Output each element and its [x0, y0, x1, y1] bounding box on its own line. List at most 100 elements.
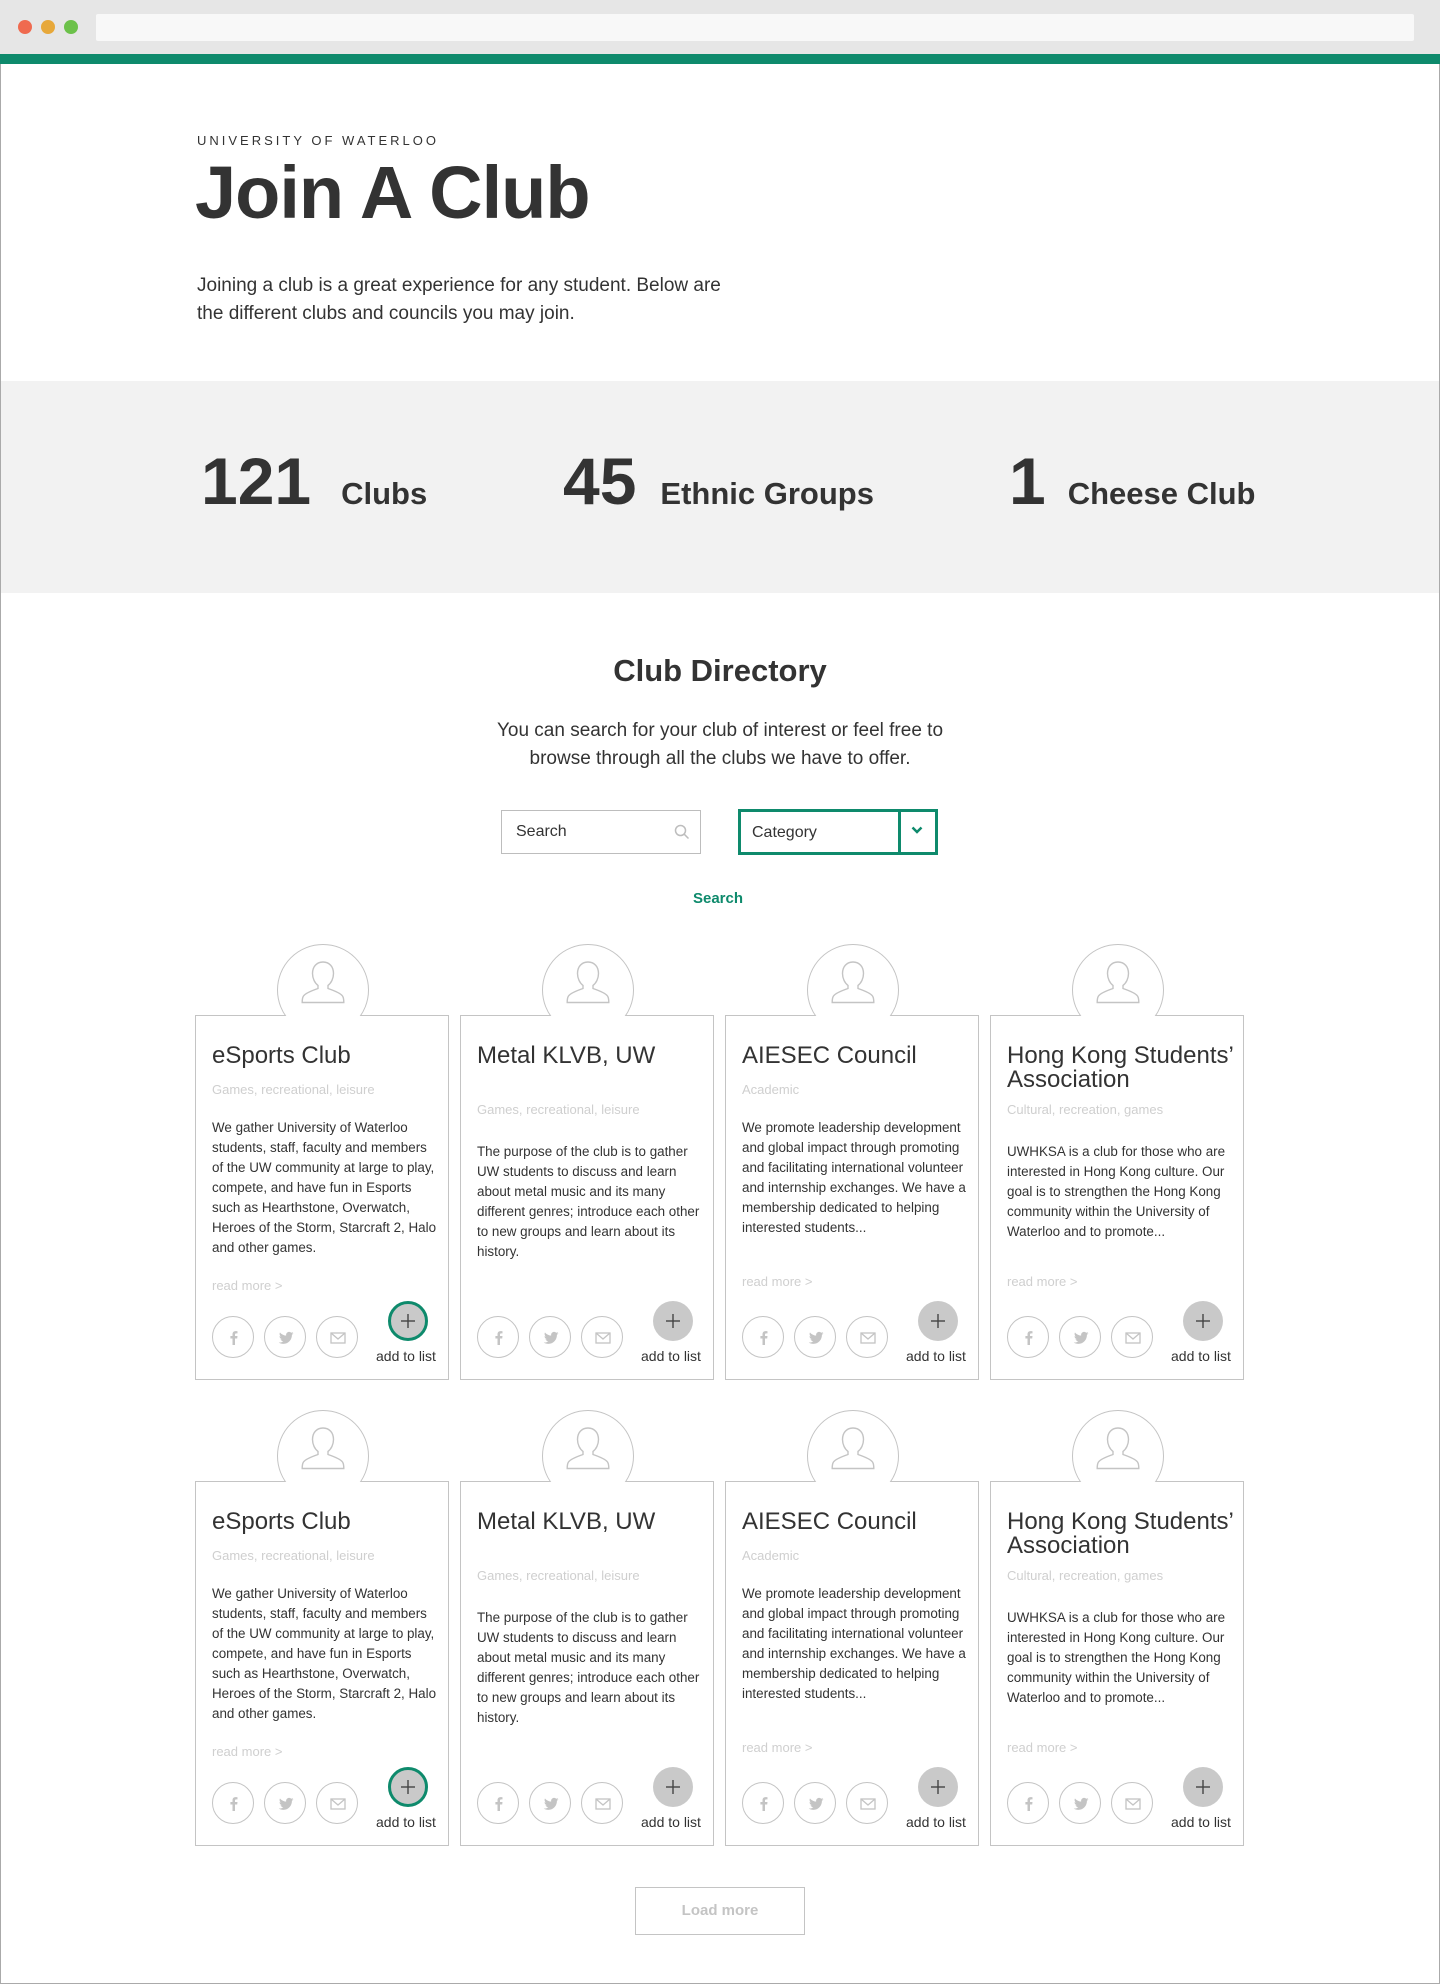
facebook-share-button[interactable] [477, 1782, 519, 1824]
stat-cheese-club: 1 Cheese Club [1009, 443, 1256, 519]
user-icon [566, 961, 610, 1004]
stats-band: 121 Clubs 45 Ethnic Groups 1 Cheese Club [1, 381, 1439, 593]
twitter-icon [543, 1797, 559, 1810]
hero-description: Joining a club is a great experience for… [197, 275, 721, 324]
twitter-share-button[interactable] [1059, 1782, 1101, 1824]
email-share-button[interactable] [316, 1782, 358, 1824]
plus-icon [401, 1314, 415, 1328]
plus-icon [1196, 1780, 1210, 1794]
twitter-share-button[interactable] [529, 1782, 571, 1824]
category-dropdown-button[interactable] [898, 812, 935, 852]
read-more-link[interactable]: read more > [1007, 1274, 1077, 1289]
stat-ethnic-groups: 45 Ethnic Groups [563, 443, 874, 519]
directory-title: Club Directory [613, 653, 827, 688]
load-more-button[interactable]: Load more [635, 1887, 805, 1935]
user-icon [566, 1427, 610, 1470]
avatar-cutout [1065, 1482, 1171, 1506]
read-more-link[interactable]: read more > [742, 1740, 812, 1755]
facebook-share-button[interactable] [1007, 1316, 1049, 1358]
add-to-list-button[interactable] [918, 1767, 958, 1807]
chevron-down-icon [911, 826, 923, 834]
twitter-share-button[interactable] [794, 1316, 836, 1358]
directory-description: You can search for your club of interest… [496, 720, 944, 769]
twitter-icon [1073, 1331, 1089, 1344]
facebook-share-button[interactable] [742, 1316, 784, 1358]
search-button[interactable]: Search [0, 890, 1436, 907]
club-description: UWHKSA is a club for those who are inter… [1007, 1610, 1226, 1705]
search-input[interactable] [502, 811, 662, 853]
club-categories: Games, recreational, leisure [477, 1102, 640, 1117]
club-title[interactable]: eSports Club [212, 1044, 442, 1068]
search-field[interactable] [501, 810, 701, 854]
facebook-share-button[interactable] [212, 1316, 254, 1358]
maximize-window-button[interactable] [64, 20, 78, 34]
read-more-link[interactable]: read more > [212, 1278, 282, 1293]
add-to-list-button[interactable] [653, 1301, 693, 1341]
stat-label: Cheese Club [1067, 476, 1256, 511]
add-to-list-button[interactable] [653, 1767, 693, 1807]
email-share-button[interactable] [846, 1316, 888, 1358]
add-to-list-button[interactable] [1183, 1301, 1223, 1341]
email-share-button[interactable] [581, 1316, 623, 1358]
club-title[interactable]: eSports Club [212, 1510, 442, 1534]
facebook-icon [230, 1331, 238, 1345]
add-to-list-label: add to list [641, 1348, 701, 1364]
twitter-icon [278, 1331, 294, 1344]
avatar-cutout [1065, 1016, 1171, 1040]
club-card: Hong Kong Students’ Association Cultural,… [990, 944, 1244, 1380]
facebook-share-button[interactable] [477, 1316, 519, 1358]
club-categories: Games, recreational, leisure [212, 1082, 375, 1097]
club-title[interactable]: Hong Kong Students’ Association [1007, 1510, 1237, 1558]
twitter-share-button[interactable] [794, 1782, 836, 1824]
club-categories: Cultural, recreation, games [1007, 1568, 1164, 1583]
email-share-button[interactable] [1111, 1316, 1153, 1358]
twitter-share-button[interactable] [264, 1316, 306, 1358]
club-title[interactable]: AIESEC Council [742, 1044, 972, 1068]
avatar-cutout [800, 1016, 906, 1040]
read-more-link[interactable]: read more > [212, 1744, 282, 1759]
email-share-button[interactable] [846, 1782, 888, 1824]
twitter-share-button[interactable] [1059, 1316, 1101, 1358]
read-more-link[interactable]: read more > [742, 1274, 812, 1289]
club-title[interactable]: Metal KLVB, UW [477, 1044, 707, 1068]
email-icon [330, 1798, 346, 1810]
email-share-button[interactable] [1111, 1782, 1153, 1824]
club-title[interactable]: Metal KLVB, UW [477, 1510, 707, 1534]
email-icon [595, 1332, 611, 1344]
add-to-list-button[interactable] [1183, 1767, 1223, 1807]
email-share-button[interactable] [581, 1782, 623, 1824]
email-icon [1125, 1798, 1141, 1810]
email-icon [860, 1798, 876, 1810]
add-to-list-button[interactable] [388, 1301, 428, 1341]
stat-label: Clubs [341, 476, 428, 511]
stat-clubs: 121 Clubs [201, 443, 427, 519]
club-title[interactable]: Hong Kong Students’ Association [1007, 1044, 1237, 1092]
club-description: UWHKSA is a club for those who are inter… [1007, 1144, 1226, 1239]
add-to-list-label: add to list [906, 1348, 966, 1364]
close-window-button[interactable] [18, 20, 32, 34]
add-to-list-button[interactable] [918, 1301, 958, 1341]
address-bar[interactable] [96, 14, 1414, 41]
club-categories: Cultural, recreation, games [1007, 1102, 1164, 1117]
email-share-button[interactable] [316, 1316, 358, 1358]
email-icon [595, 1798, 611, 1810]
facebook-share-button[interactable] [212, 1782, 254, 1824]
category-select[interactable]: Category [738, 809, 938, 855]
facebook-share-button[interactable] [742, 1782, 784, 1824]
university-eyebrow: UNIVERSITY OF WATERLOO [197, 133, 440, 148]
club-title[interactable]: AIESEC Council [742, 1510, 972, 1534]
email-icon [330, 1332, 346, 1344]
club-description: We gather University of Waterloo student… [212, 1586, 437, 1721]
club-card: AIESEC Council Academic We promote leaders… [725, 944, 979, 1380]
add-to-list-button[interactable] [388, 1767, 428, 1807]
read-more-link[interactable]: read more > [1007, 1740, 1077, 1755]
facebook-icon [760, 1797, 768, 1811]
add-to-list-label: add to list [1171, 1348, 1231, 1364]
minimize-window-button[interactable] [41, 20, 55, 34]
add-to-list-label: add to list [641, 1814, 701, 1830]
facebook-icon [495, 1797, 503, 1811]
twitter-share-button[interactable] [529, 1316, 571, 1358]
twitter-share-button[interactable] [264, 1782, 306, 1824]
facebook-share-button[interactable] [1007, 1782, 1049, 1824]
twitter-icon [278, 1797, 294, 1810]
